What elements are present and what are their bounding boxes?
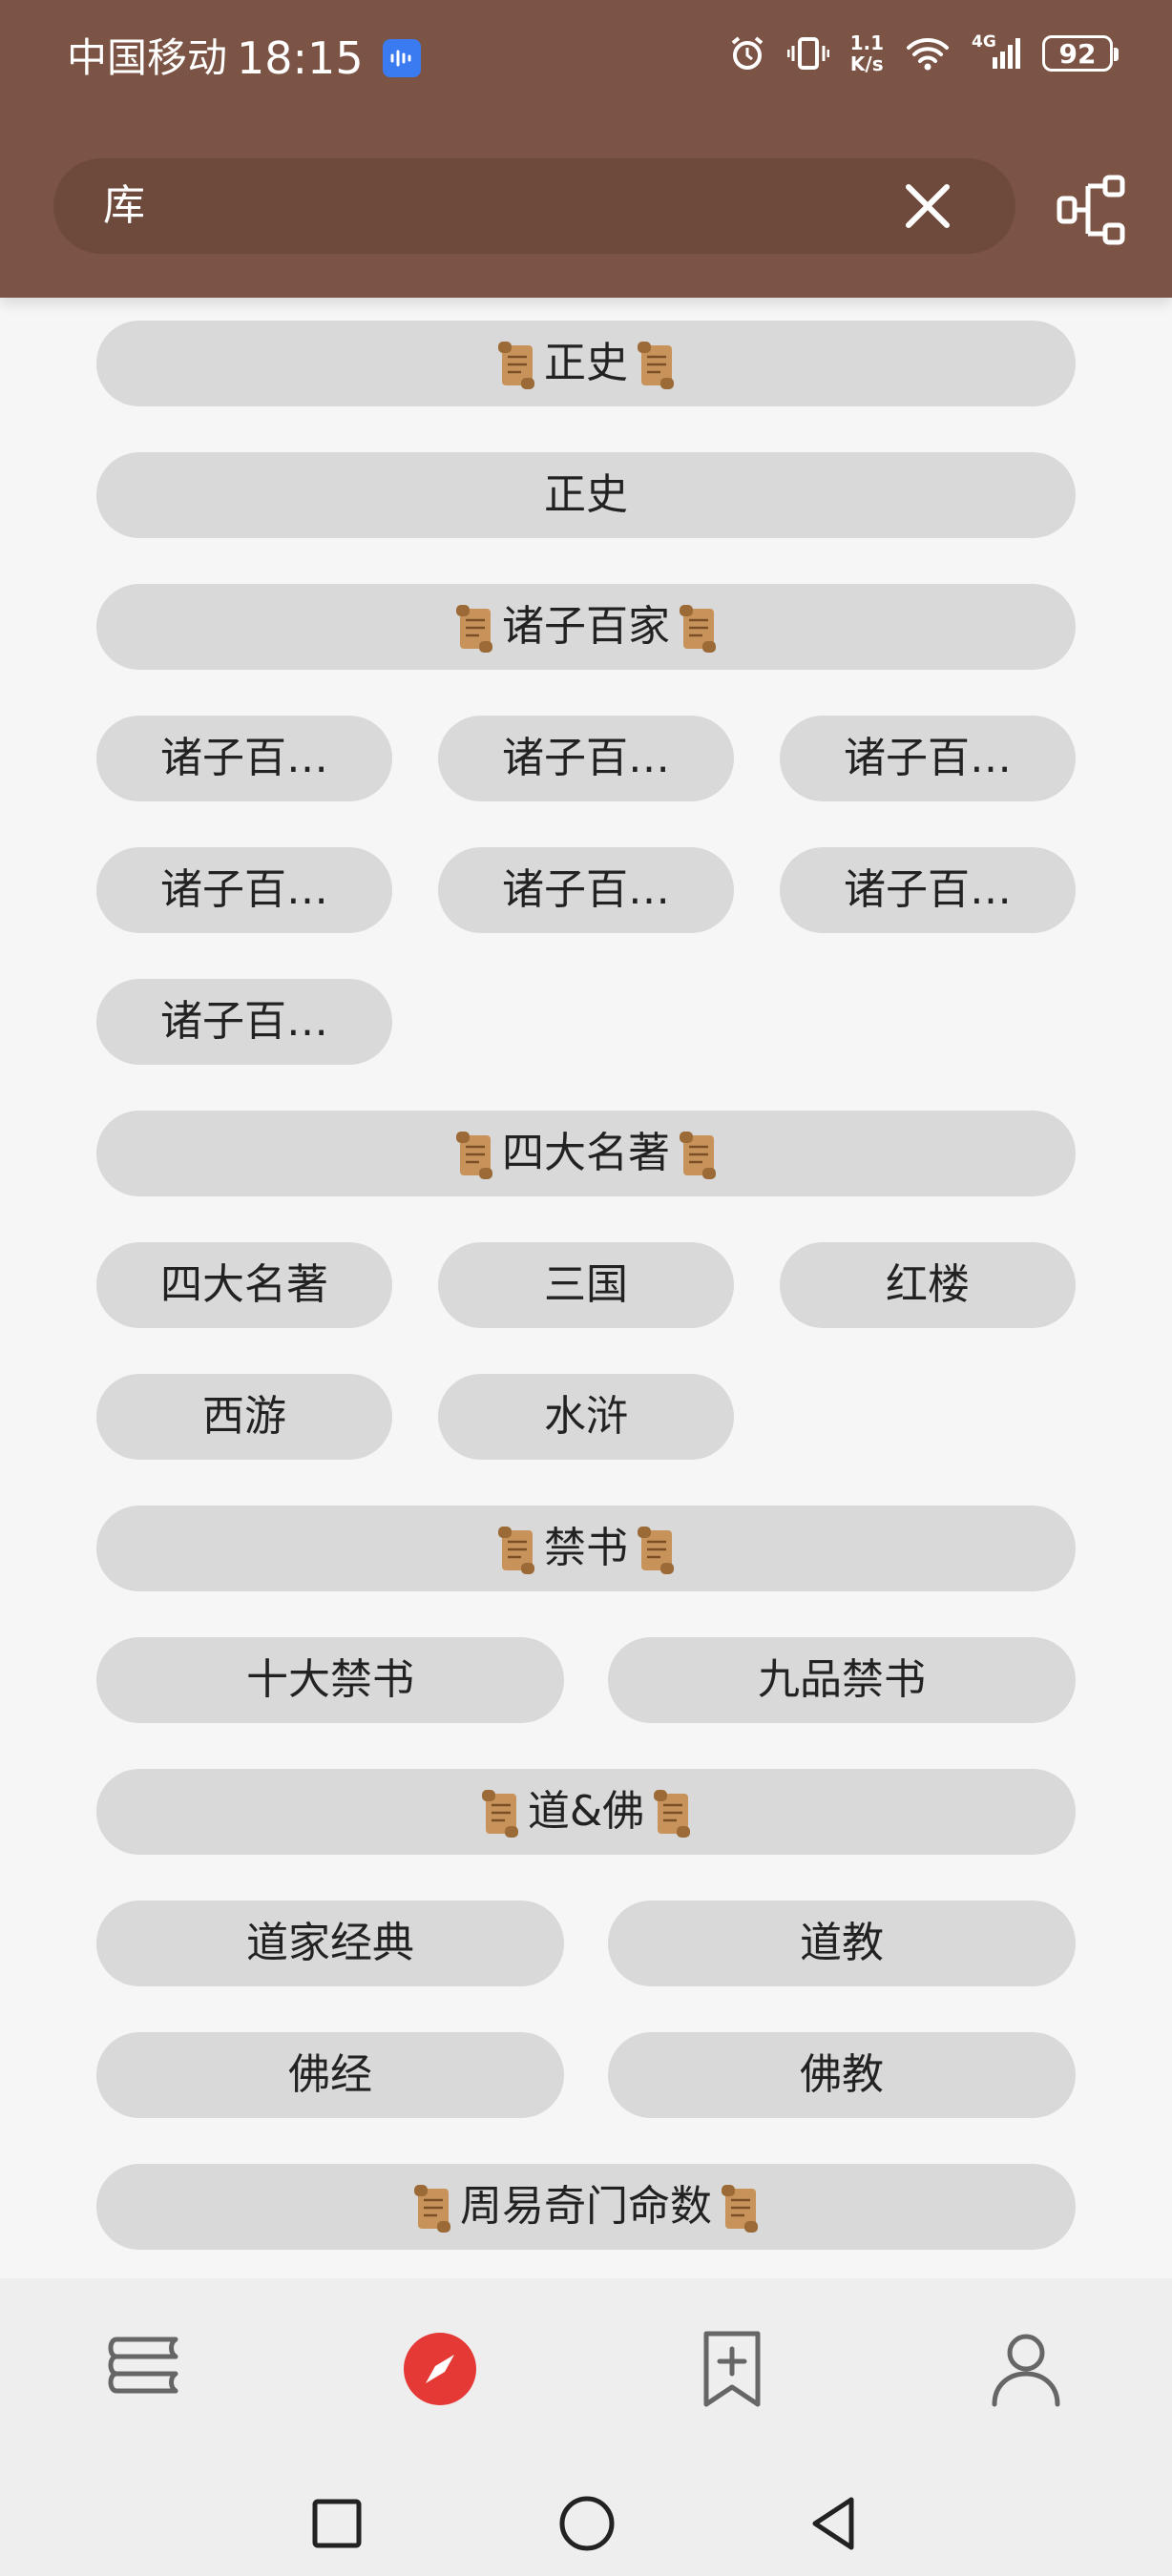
scroll-icon bbox=[481, 1790, 518, 1838]
category-chip[interactable]: 十大禁书 bbox=[96, 1637, 564, 1723]
close-icon[interactable] bbox=[899, 177, 956, 235]
profile-icon[interactable] bbox=[983, 2326, 1069, 2412]
clock: 18:15 bbox=[237, 32, 364, 84]
scroll-icon bbox=[498, 1527, 534, 1574]
battery-level: 92 bbox=[1058, 37, 1097, 70]
voice-assistant-icon bbox=[382, 39, 421, 77]
app-header: 中国移动 18:15 1.1 K/s 4G 92 bbox=[0, 0, 1172, 298]
network-speed: 1.1 K/s bbox=[850, 32, 884, 74]
category-chip[interactable]: 诸子百… bbox=[780, 847, 1076, 933]
bookshelf-icon[interactable] bbox=[103, 2326, 189, 2412]
scroll-icon bbox=[456, 605, 492, 653]
section-title: 道&佛 bbox=[527, 1787, 645, 1836]
bottom-navigation bbox=[0, 2278, 1172, 2576]
scroll-icon bbox=[722, 2185, 758, 2233]
category-chip[interactable]: 佛教 bbox=[608, 2032, 1076, 2118]
category-chip[interactable]: 四大名著 bbox=[96, 1242, 392, 1328]
category-chip[interactable]: 道教 bbox=[608, 1901, 1076, 1986]
status-bar: 中国移动 18:15 1.1 K/s 4G 92 bbox=[0, 0, 1172, 118]
section-title: 诸子百家 bbox=[502, 602, 670, 651]
network-type: 4G bbox=[972, 32, 996, 52]
compass-icon[interactable] bbox=[397, 2326, 483, 2412]
category-chip[interactable]: 红楼 bbox=[780, 1242, 1076, 1328]
section-header-zhouyi[interactable]: 周易奇门命数 bbox=[96, 2164, 1076, 2250]
wifi-icon bbox=[907, 38, 949, 71]
category-chip[interactable]: 诸子百… bbox=[96, 847, 392, 933]
section-title: 禁书 bbox=[544, 1524, 628, 1572]
section-title: 四大名著 bbox=[502, 1129, 670, 1177]
section-title: 正史 bbox=[544, 339, 628, 387]
scroll-icon bbox=[414, 2185, 450, 2233]
scroll-icon bbox=[680, 1132, 716, 1179]
category-chip[interactable]: 诸子百… bbox=[780, 716, 1076, 801]
category-list: 正史 正史 诸子百家 诸子百… 诸子百… 诸子百… 诸子百… 诸子百… 诸子百…… bbox=[0, 298, 1172, 2278]
scroll-icon bbox=[638, 1527, 674, 1574]
category-chip[interactable]: 诸子百… bbox=[96, 979, 392, 1065]
scroll-icon bbox=[680, 605, 716, 653]
tree-structure-icon[interactable] bbox=[1056, 172, 1132, 248]
signal-icon: 4G bbox=[972, 32, 1021, 73]
category-chip[interactable]: 三国 bbox=[438, 1242, 734, 1328]
square-icon[interactable] bbox=[303, 2490, 370, 2557]
section-header-zhengshi[interactable]: 正史 bbox=[96, 321, 1076, 406]
scroll-icon bbox=[654, 1790, 691, 1838]
vibrate-icon bbox=[786, 37, 829, 70]
status-right: 1.1 K/s 4G 92 bbox=[728, 32, 1119, 74]
alarm-icon bbox=[731, 36, 763, 70]
category-chip[interactable]: 佛经 bbox=[96, 2032, 564, 2118]
category-chip[interactable]: 九品禁书 bbox=[608, 1637, 1076, 1723]
category-chip[interactable]: 诸子百… bbox=[438, 847, 734, 933]
scroll-icon bbox=[638, 342, 674, 389]
speed-unit: K/s bbox=[849, 52, 884, 75]
search-input[interactable] bbox=[103, 158, 867, 254]
section-header-sidamingzhu[interactable]: 四大名著 bbox=[96, 1111, 1076, 1196]
category-chip[interactable]: 诸子百… bbox=[96, 716, 392, 801]
category-chip[interactable]: 道家经典 bbox=[96, 1901, 564, 1986]
search-bar[interactable] bbox=[53, 158, 1015, 254]
section-header-jinshu[interactable]: 禁书 bbox=[96, 1506, 1076, 1591]
section-header-zhuzibaijia[interactable]: 诸子百家 bbox=[96, 584, 1076, 670]
speed-value: 1.1 bbox=[849, 31, 884, 54]
section-title: 周易奇门命数 bbox=[460, 2182, 712, 2231]
back-triangle-icon[interactable] bbox=[802, 2490, 869, 2557]
scroll-icon bbox=[456, 1132, 492, 1179]
status-left: 中国移动 18:15 bbox=[67, 29, 421, 88]
category-chip[interactable]: 诸子百… bbox=[438, 716, 734, 801]
circle-icon[interactable] bbox=[554, 2490, 620, 2557]
category-chip[interactable]: 西游 bbox=[96, 1374, 392, 1460]
carrier-label: 中国移动 bbox=[67, 34, 228, 81]
battery-indicator: 92 bbox=[1042, 35, 1119, 72]
category-chip[interactable]: 水浒 bbox=[438, 1374, 734, 1460]
bookmark-add-icon[interactable] bbox=[689, 2326, 775, 2412]
category-chip[interactable]: 正史 bbox=[96, 452, 1076, 538]
scroll-icon bbox=[498, 342, 534, 389]
section-header-daofo[interactable]: 道&佛 bbox=[96, 1769, 1076, 1855]
